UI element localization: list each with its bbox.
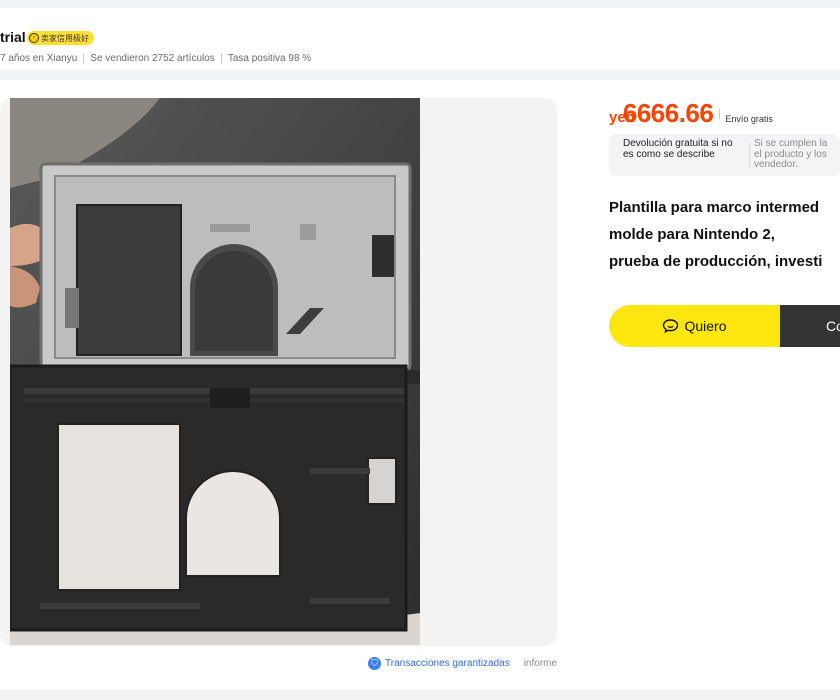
want-button[interactable]: Quiero (609, 305, 780, 347)
price: 6666.66 (622, 98, 714, 128)
price-row: yen 6666.66 Envío gratis (609, 98, 773, 129)
seller-sold-count: Se vendieron 2752 artículos (90, 53, 215, 64)
divider (220, 53, 222, 64)
shield-icon: ⛉ (368, 657, 381, 670)
chat-icon (663, 319, 679, 333)
product-title-line: Plantilla para marco intermed (609, 199, 820, 216)
report-link[interactable]: informe (524, 658, 557, 669)
free-return-text: Devolución gratuita si no es como se des… (623, 138, 733, 160)
guarantee-link[interactable]: Transacciones garantizadas (385, 658, 510, 669)
footer-links: ⛉ Transacciones garantizadas informe (368, 657, 557, 670)
seller-credit-text: 卖家信用极好 (41, 33, 89, 43)
return-conditions-line: Si se cumplen la (754, 138, 828, 149)
divider (749, 142, 750, 168)
service-promise-box[interactable]: Devolución gratuita si no es como se des… (609, 134, 840, 176)
seller-positive-rate: Tasa positiva 98 % (227, 53, 312, 64)
seller-credit-badge: ᵕ 卖家信用极好 (27, 31, 94, 45)
shipping-label: Envío gratis (725, 114, 773, 124)
buy-button-label: Co (826, 318, 840, 334)
divider (719, 108, 721, 119)
seller-years: 7 años en Xianyu (0, 53, 78, 64)
photo-illustration (10, 98, 420, 645)
seller-header: trial ᵕ 卖家信用极好 7 años en Xianyu Se vendi… (0, 8, 840, 70)
smiley-icon: ᵕ (29, 33, 39, 43)
seller-stats: 7 años en Xianyu Se vendieron 2752 artíc… (0, 53, 311, 64)
product-title-line: prueba de producción, investi (609, 253, 823, 270)
divider (83, 53, 85, 64)
product-photo[interactable] (10, 98, 420, 645)
seller-name[interactable]: trial (0, 29, 26, 45)
product-title-line: molde para Nintendo 2, (609, 226, 775, 243)
buy-button[interactable]: Co (780, 305, 840, 347)
return-conditions-text: Si se cumplen la el producto y los vende… (754, 138, 840, 171)
return-conditions-line: vendedor. (754, 159, 798, 170)
product-title: Plantilla para marco intermed molde para… (609, 194, 840, 275)
want-button-label: Quiero (684, 318, 727, 334)
